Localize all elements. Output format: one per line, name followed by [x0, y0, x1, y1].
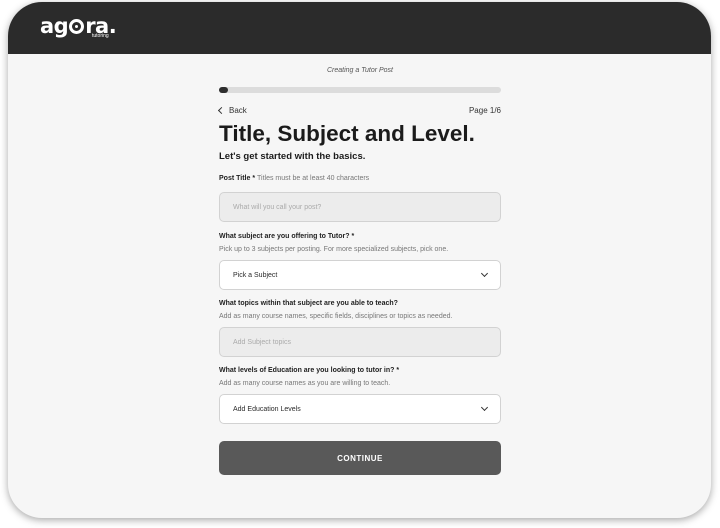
progress-bar-fill	[219, 87, 229, 93]
levels-selected: Add Education Levels	[233, 405, 301, 413]
post-title-placeholder: What will you call your post?	[233, 203, 322, 211]
page-indicator: Page 1/6	[468, 106, 501, 115]
logo-text-start: ag	[40, 14, 69, 38]
top-bar: ag ra. tutoring	[8, 2, 711, 54]
topics-help: Add as many course names, specific field…	[219, 313, 453, 320]
levels-select[interactable]: Add Education Levels	[219, 394, 501, 424]
subject-help: Pick up to 3 subjects per posting. For m…	[219, 246, 449, 253]
post-title-label: Post Title * Titles must be at least 40 …	[219, 175, 501, 182]
subject-selected: Pick a Subject	[233, 271, 278, 279]
post-title-input[interactable]: What will you call your post?	[219, 192, 501, 222]
continue-button[interactable]: CONTINUE	[219, 441, 501, 475]
location-pin-icon	[69, 19, 85, 34]
app-frame: ag ra. tutoring Creating a Tutor Post Ba…	[8, 2, 711, 518]
step-caption: Creating a Tutor Post	[326, 67, 393, 74]
form-container: Creating a Tutor Post Back Page 1/6 Titl…	[217, 54, 501, 475]
chevron-down-icon	[480, 403, 489, 412]
chevron-down-icon	[480, 269, 489, 278]
levels-help: Add as many course names as you are will…	[219, 380, 391, 387]
back-label: Back	[229, 106, 247, 115]
back-button[interactable]: Back	[217, 106, 247, 115]
progress-bar	[219, 87, 501, 93]
topics-input[interactable]: Add Subject topics	[219, 327, 501, 357]
levels-label: What levels of Education are you looking…	[219, 367, 400, 374]
nav-row: Back Page 1/6	[217, 105, 501, 116]
page-subtitle: Let's get started with the basics.	[219, 151, 366, 162]
page-title: Title, Subject and Level.	[219, 121, 475, 146]
subject-label: What subject are you offering to Tutor? …	[219, 233, 355, 240]
subject-select[interactable]: Pick a Subject	[219, 260, 501, 290]
logo-subtitle: tutoring	[92, 33, 109, 39]
topics-placeholder: Add Subject topics	[233, 338, 291, 346]
post-title-label-text: Post Title *	[219, 175, 256, 182]
post-title-hint: Titles must be at least 40 characters	[257, 175, 370, 182]
topics-label: What topics within that subject are you …	[219, 300, 398, 307]
chevron-left-icon	[217, 106, 226, 115]
